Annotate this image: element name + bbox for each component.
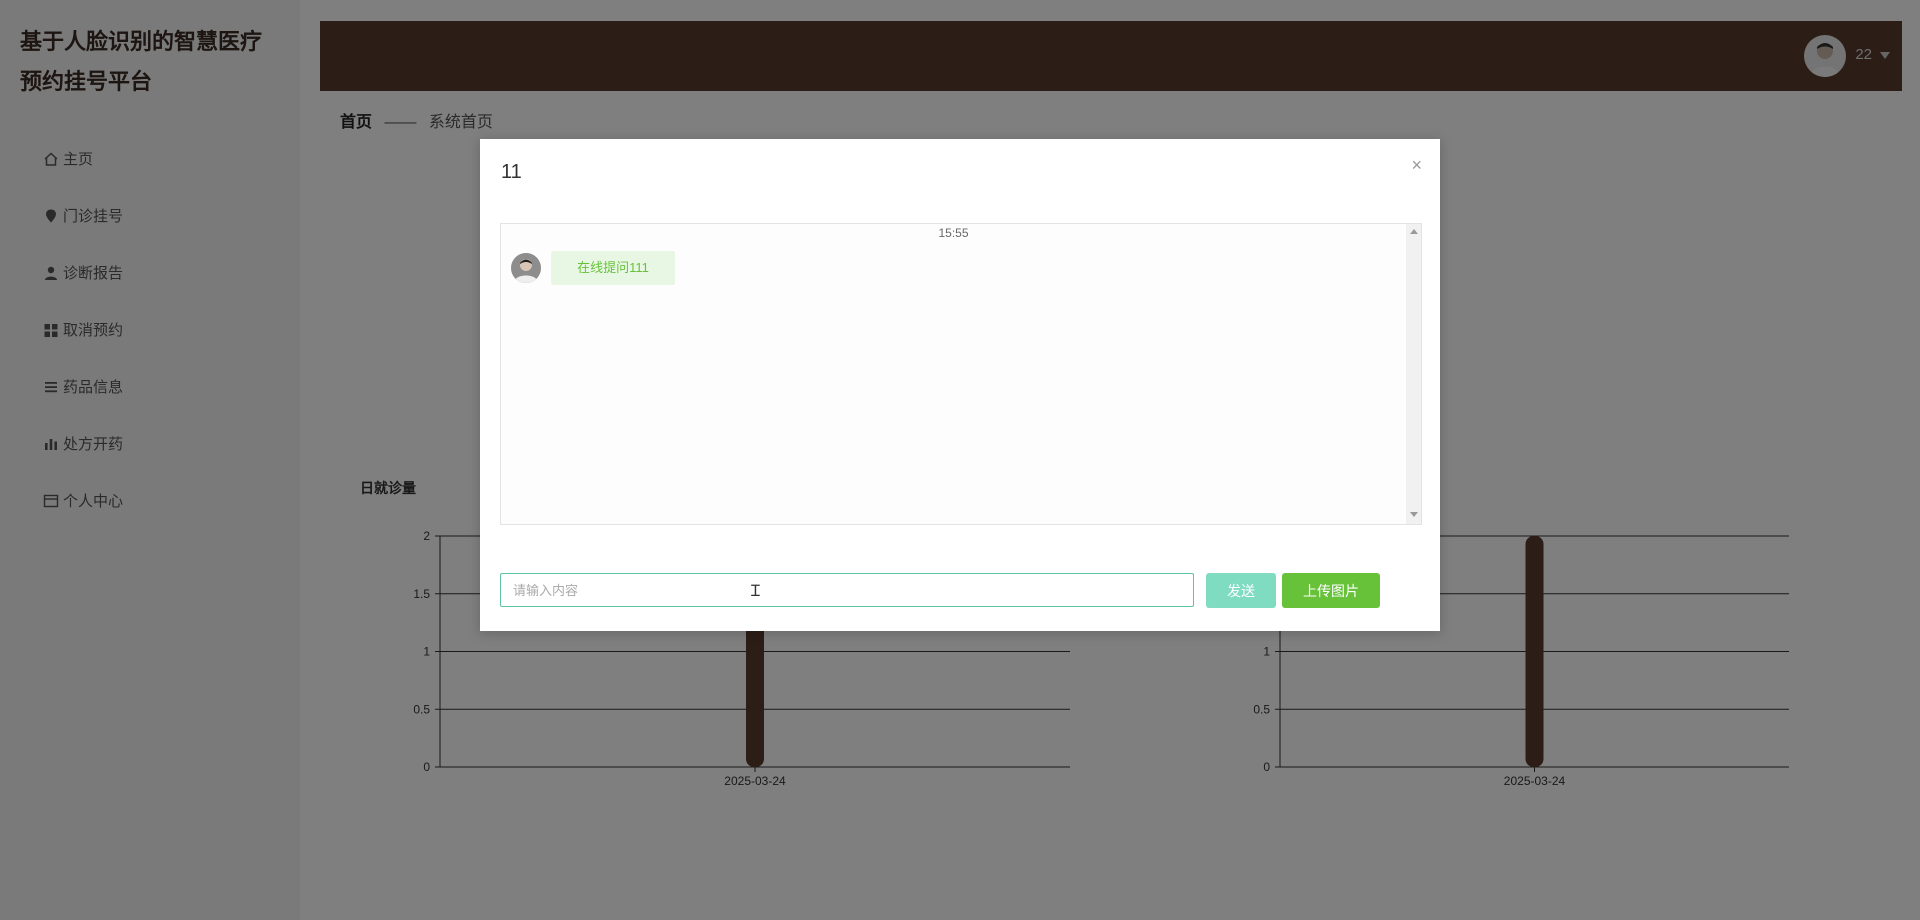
send-button[interactable]: 发送: [1206, 573, 1276, 608]
chat-timestamp: 15:55: [938, 226, 969, 240]
chat-dialog: 11 × 15:55 在线提问111 发送 上传图片: [480, 139, 1440, 631]
close-icon[interactable]: ×: [1411, 155, 1422, 176]
scroll-down-icon[interactable]: [1410, 512, 1418, 517]
message-avatar: [511, 253, 541, 283]
scroll-up-icon[interactable]: [1410, 229, 1418, 234]
upload-image-button[interactable]: 上传图片: [1282, 573, 1380, 608]
text-cursor-icon: Ɪ: [751, 583, 760, 600]
message-input[interactable]: [500, 573, 1194, 607]
chat-scrollbar[interactable]: [1406, 224, 1421, 524]
message-bubble: 在线提问111: [551, 251, 675, 285]
dialog-title: 11: [501, 161, 522, 183]
chat-messages[interactable]: 15:55 在线提问111: [500, 223, 1422, 525]
